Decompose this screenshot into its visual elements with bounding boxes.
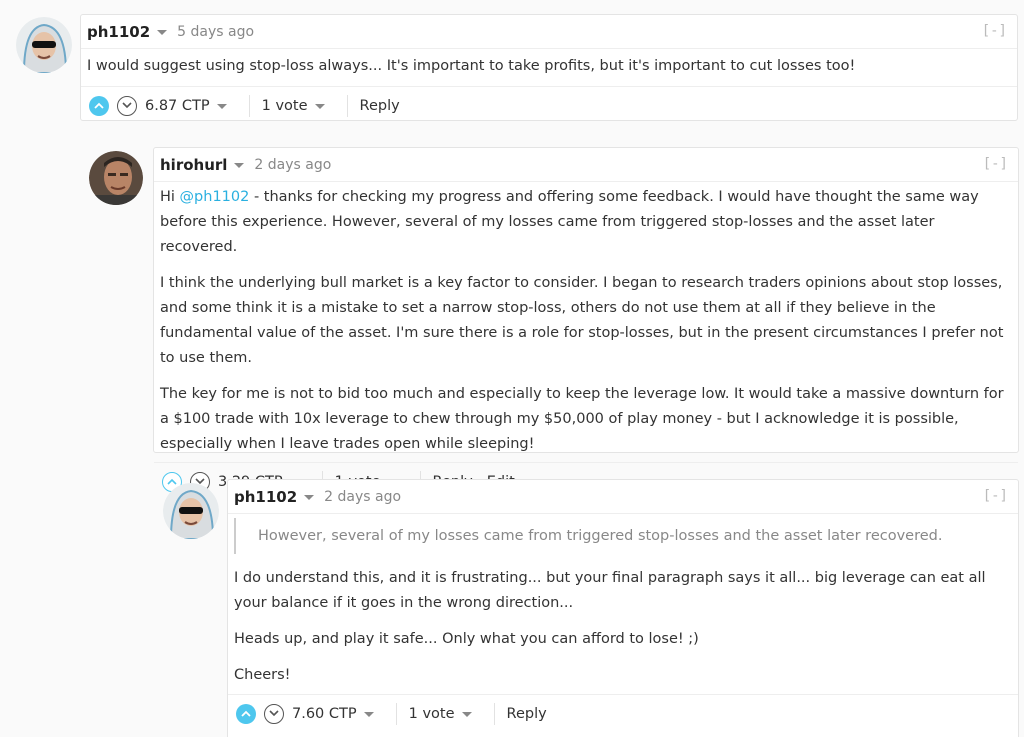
author-name[interactable]: hirohurl — [160, 156, 227, 174]
blockquote: However, several of my losses came from … — [234, 518, 1012, 554]
comment-text: I do understand this, and it is frustrat… — [234, 570, 986, 611]
vote-count[interactable]: 1 vote — [409, 706, 455, 722]
caret-down-icon[interactable] — [234, 163, 245, 168]
collapse-toggle[interactable]: [-] — [982, 23, 1007, 39]
caret-down-icon[interactable] — [314, 104, 325, 109]
collapse-toggle[interactable]: [-] — [983, 156, 1008, 172]
caret-down-icon[interactable] — [304, 495, 315, 500]
divider — [346, 94, 348, 117]
avatar[interactable] — [16, 17, 72, 73]
upvote-button[interactable] — [89, 95, 109, 116]
chevron-up-icon — [167, 478, 177, 485]
caret-down-icon[interactable] — [461, 712, 472, 717]
comment-header: ph1102 2 days ago [-] — [228, 480, 1018, 514]
downvote-button[interactable] — [264, 703, 284, 724]
chevron-down-icon — [122, 102, 132, 109]
author-name[interactable]: ph1102 — [234, 488, 297, 506]
comment-text: I would suggest using stop-loss always..… — [87, 58, 856, 74]
collapse-toggle[interactable]: [-] — [983, 488, 1008, 504]
upvote-button[interactable] — [236, 703, 256, 724]
divider — [395, 702, 397, 725]
caret-down-icon[interactable] — [157, 30, 168, 35]
comment-card: ph1102 2 days ago [-] However, several o… — [227, 479, 1019, 737]
reply-button[interactable]: Reply — [360, 98, 400, 114]
comment-card: hirohurl 2 days ago [-] Hi @ph1102 - tha… — [153, 147, 1019, 493]
comment-text: I think the underlying bull market is a … — [160, 275, 1004, 366]
author-name[interactable]: ph1102 — [87, 23, 150, 41]
comment-header: ph1102 5 days ago [-] — [81, 15, 1017, 49]
comment-text: Hi @ph1102 - thanks for checking my prog… — [160, 185, 1012, 260]
comment-body: However, several of my losses came from … — [228, 514, 1018, 688]
comment-card: ph1102 5 days ago [-] I would suggest us… — [80, 14, 1018, 121]
chevron-up-icon — [241, 710, 251, 717]
comment-text-rest: - thanks for checking my progress and of… — [160, 189, 979, 255]
greeting: Hi — [160, 189, 180, 205]
downvote-button[interactable] — [117, 95, 137, 116]
comment-footer: 7.60 CTP 1 vote Reply — [228, 694, 1018, 732]
comment-header: hirohurl 2 days ago [-] — [154, 148, 1018, 182]
timestamp[interactable]: 5 days ago — [177, 24, 254, 40]
avatar[interactable] — [163, 483, 219, 539]
divider — [493, 702, 495, 725]
caret-down-icon[interactable] — [363, 712, 374, 717]
vote-count[interactable]: 1 vote — [262, 98, 308, 114]
avatar[interactable] — [89, 151, 143, 205]
timestamp[interactable]: 2 days ago — [254, 157, 331, 173]
payout-value[interactable]: 7.60 CTP — [292, 706, 357, 722]
comment-text: The key for me is not to bid too much an… — [160, 386, 1004, 452]
chevron-up-icon — [94, 102, 104, 109]
reply-button[interactable]: Reply — [507, 706, 547, 722]
user-mention-link[interactable]: @ph1102 — [180, 189, 250, 205]
payout-value[interactable]: 6.87 CTP — [145, 98, 210, 114]
divider — [248, 94, 250, 117]
comment-body: I would suggest using stop-loss always..… — [81, 49, 1017, 79]
comment-text: Cheers! — [234, 667, 291, 683]
comment-footer: 6.87 CTP 1 vote Reply — [81, 86, 1017, 124]
comment-body: Hi @ph1102 - thanks for checking my prog… — [154, 182, 1018, 457]
caret-down-icon[interactable] — [216, 104, 227, 109]
timestamp[interactable]: 2 days ago — [324, 489, 401, 505]
comment-text: Heads up, and play it safe... Only what … — [234, 631, 699, 647]
chevron-down-icon — [269, 710, 279, 717]
